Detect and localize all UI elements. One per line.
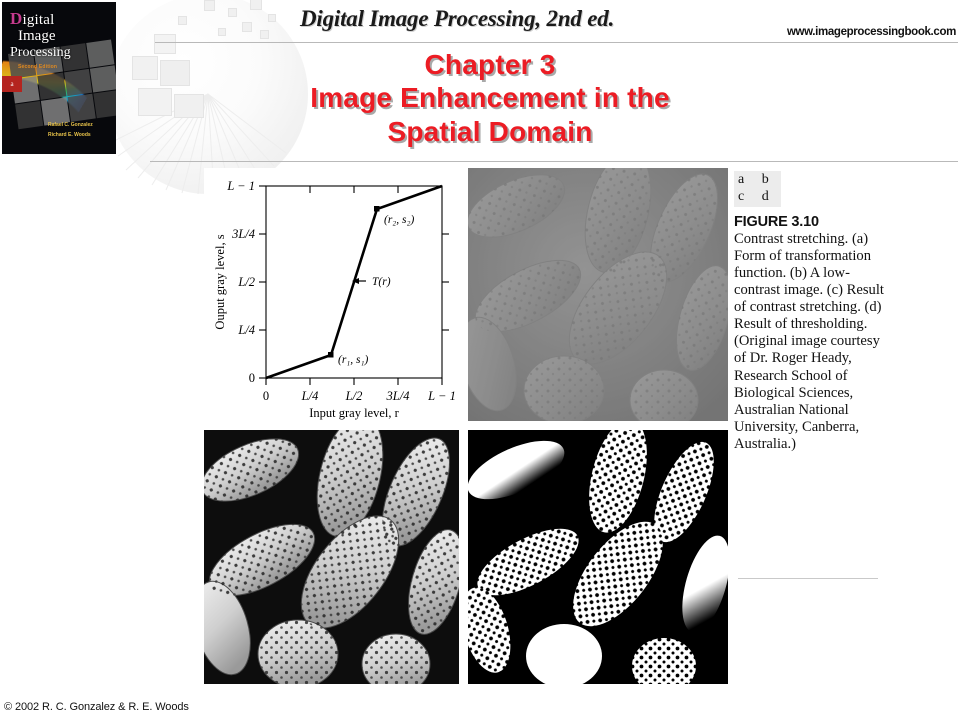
watermark-square: [160, 60, 190, 86]
watermark-square: [132, 56, 158, 80]
page-title: Chapter 3 Image Enhancement in the Spati…: [190, 48, 790, 148]
chart-ytick-0: 0: [249, 371, 255, 385]
header-divider-bottom: [150, 161, 958, 162]
chart-annotation-tr: T(r): [372, 276, 391, 288]
watermark-square: [138, 88, 172, 116]
figure-3-10: L − 1 3L/4 L/2 L/4 0 0 L/4 L/2 3L/4 L − …: [204, 168, 728, 684]
cover-authors: Rafael C. Gonzalez Richard E. Woods: [48, 121, 93, 140]
chart-ytick-1: L/4: [237, 323, 255, 337]
cover-title-word3: Processing: [10, 44, 71, 60]
panel-key-row-1: a b: [738, 172, 776, 187]
cover-author-1: Rafael C. Gonzalez: [48, 122, 93, 128]
chapter-line-2: Image Enhancement in the: [310, 82, 670, 114]
chart-canvas: L − 1 3L/4 L/2 L/4 0 0 L/4 L/2 3L/4 L − …: [213, 179, 456, 420]
watermark-square: [228, 8, 237, 17]
book-title-header: Digital Image Processing, 2nd ed.: [300, 6, 615, 31]
cover-author-2: Richard E. Woods: [48, 131, 91, 138]
cover-title: Digital Image Processing: [10, 9, 71, 60]
cover-title-word1: igital: [22, 12, 55, 28]
book-cover-thumbnail: Digital Image Processing Second Edition …: [2, 2, 116, 154]
contrast-stretched-pollen-image: [204, 430, 459, 684]
chart-xtick-2: L/2: [345, 389, 363, 403]
chapter-line-3: Spatial Domain: [387, 115, 593, 147]
header-divider-top: [155, 42, 958, 43]
transformation-function-plot: L − 1 3L/4 L/2 L/4 0 0 L/4 L/2 3L/4 L − …: [204, 168, 459, 421]
chapter-line-1: Chapter 3: [424, 49, 556, 80]
figure-caption-text: Contrast stretching. (a) Form of transfo…: [734, 231, 884, 452]
chart-ylabel: Ouput gray level, s: [213, 234, 227, 329]
copyright-notice: © 2002 R. C. Gonzalez & R. E. Woods: [4, 701, 189, 713]
watermark-square: [260, 30, 269, 39]
chart-xtick-3: 3L/4: [386, 389, 410, 403]
chart-ytick-3: 3L/4: [231, 227, 255, 241]
chart-annotation-r2s2: (r₂, s₂): [384, 214, 415, 226]
chart-xlabel: Input gray level, r: [309, 406, 399, 420]
pollen-render-d: [468, 430, 728, 684]
watermark-square: [154, 34, 176, 54]
chart-xtick-4: L − 1: [427, 389, 456, 403]
chart-ytick-4: L − 1: [226, 179, 255, 193]
cover-title-initial: D: [10, 9, 23, 28]
cover-title-word2: Image: [18, 28, 56, 45]
panel-key: a b c d: [734, 171, 781, 208]
cover-edition: Second Edition: [18, 64, 58, 70]
chart-xtick-0: 0: [263, 389, 269, 403]
panel-key-row-2: c d: [738, 188, 776, 204]
low-contrast-pollen-image: [468, 168, 728, 421]
figure-caption: a b c d FIGURE 3.10 Contrast stretching.…: [734, 171, 894, 453]
watermark-square: [204, 0, 215, 11]
chart-annotation-r1s1: (r₁, s₁): [338, 354, 369, 366]
watermark-square: [250, 0, 262, 10]
watermark-square: [268, 14, 276, 22]
thresholded-pollen-image: [468, 430, 728, 684]
pollen-render-c: [204, 430, 459, 684]
watermark-square: [242, 22, 252, 32]
website-url: www.imageprocessingbook.com: [786, 26, 956, 38]
cover-tab-label: a: [2, 76, 22, 92]
chart-xtick-1: L/4: [301, 389, 319, 403]
watermark-square: [218, 28, 226, 36]
figure-label: FIGURE 3.10: [734, 214, 819, 231]
pollen-render-b: [468, 168, 728, 421]
watermark-square: [178, 16, 187, 25]
caption-divider: [738, 578, 878, 579]
chart-ytick-2: L/2: [237, 275, 255, 289]
